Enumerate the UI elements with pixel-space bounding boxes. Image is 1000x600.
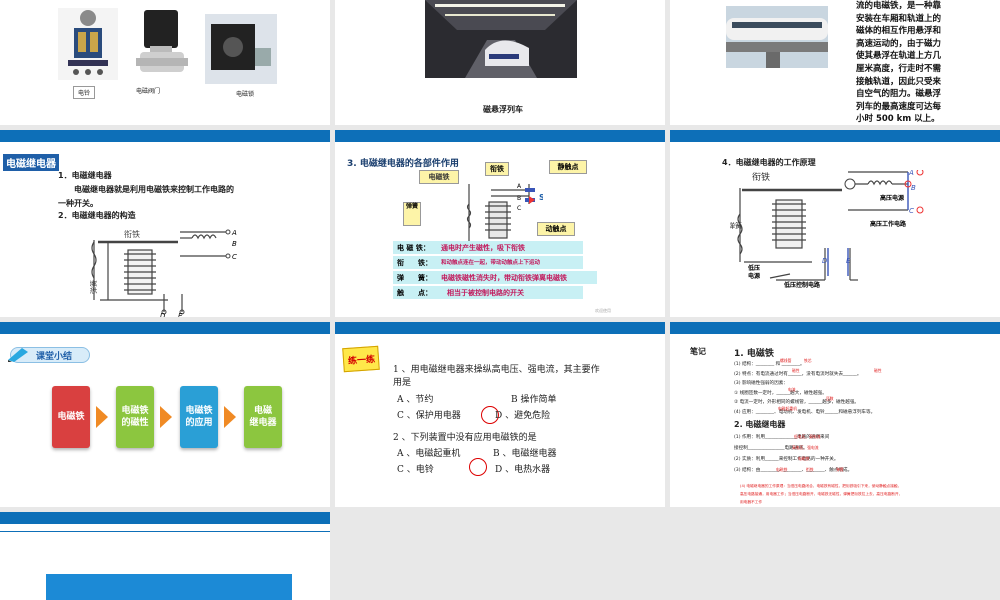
q1-option-d[interactable]: D 、避免危险 xyxy=(495,408,550,421)
pencil-icon xyxy=(8,348,28,362)
summary-step-4: 电磁 继电器 xyxy=(244,386,282,448)
maglev-description: 流的电磁铁，是一种靠 安装在车厢和轨道上的 磁体的相互作用悬浮和 高速运动的，由于磁… xyxy=(856,1,942,125)
slide-header-bar xyxy=(0,322,330,334)
terminal-e: E xyxy=(178,312,183,317)
q2-option-a[interactable]: A 、电磁起重机 xyxy=(397,446,460,459)
notes-list-1: (1) 结构：________ 和 ________。 (2) 特点：有电流通过时… xyxy=(734,362,876,415)
label-spring: 弹簧 xyxy=(730,221,742,230)
label-magnet: 电磁铁 xyxy=(419,170,459,184)
function-row-3: 弹 簧： 电磁铁磁性消失时，带动衔铁弹离电磁铁 xyxy=(393,271,597,284)
function-row-2: 衔 铁： 和动触点连在一起，带动动触点上下运动 xyxy=(393,256,583,269)
question-2: 2 、下列装置中没有应用电磁铁的是 xyxy=(393,433,537,443)
label-hv-circuit: 高压工作电路 xyxy=(870,220,907,228)
question-1-cont: 用是 xyxy=(393,378,412,388)
label-lv-power-2: 电源 xyxy=(748,272,760,280)
slide-header-bar xyxy=(670,130,1000,142)
notes-heading-1: 1. 电磁铁 xyxy=(734,349,774,359)
question-1: 1 、用电磁继电器来操纵高电压、强电流，其主要作 xyxy=(393,365,600,375)
terminal-b: B xyxy=(232,240,237,248)
caption-bell: 电铃 xyxy=(73,86,96,99)
summary-step-2: 电磁铁 的磁性 xyxy=(116,386,154,448)
watermark: 欢迎使用 xyxy=(595,308,611,313)
caption-maglev: 磁悬浮列车 xyxy=(483,104,523,114)
electric-bell-photo xyxy=(58,8,118,80)
slide-header-bar xyxy=(0,512,330,524)
label-lv-power-1: 低压 xyxy=(747,264,760,272)
electromagnetic-lock-photo xyxy=(205,14,277,84)
label-lv-circuit: 低压控制电路 xyxy=(783,281,821,289)
solenoid-valve-photo xyxy=(136,10,188,72)
chevron-right-icon xyxy=(96,406,108,428)
relay-parts-diagram: A B C S xyxy=(466,183,543,247)
notes-label: 笔记 xyxy=(690,347,706,356)
terminal-d: D xyxy=(822,257,828,265)
label-armature: 衔铁 xyxy=(485,162,509,176)
practice-badge: 练一练 xyxy=(342,345,380,373)
notes-red-note: (4) 电磁继电器的工作原理：当低压电路闭合，电磁铁有磁性，把衔铁吸引下来，使动… xyxy=(740,484,903,504)
label-static-contact: 静触点 xyxy=(549,160,587,174)
maglev-track-photo xyxy=(726,6,828,68)
summary-title: 课堂小结 xyxy=(36,352,73,362)
q2-option-c[interactable]: C 、电铃 xyxy=(397,462,434,475)
function-row-1: 电 磁 铁： 通电时产生磁性，吸下衔铁 xyxy=(393,241,583,254)
slide-1[interactable]: 电铃 电磁阀门 电磁锁 xyxy=(0,0,330,125)
section-tag: 电磁继电器 xyxy=(3,154,59,171)
point-1: 1．电磁继电器 xyxy=(58,171,112,180)
summary-step-1: 电磁铁 xyxy=(52,386,90,448)
slide-title: 4．电磁继电器的工作原理 xyxy=(722,158,816,167)
relay-structure-diagram: 衔铁 弹簧 A B C D E xyxy=(89,229,237,317)
q1-option-c[interactable]: C 、保护用电器 xyxy=(397,408,461,421)
terminal-a: A xyxy=(231,229,237,237)
terminal-a: A xyxy=(908,170,914,177)
slide-divider xyxy=(0,531,330,532)
notes-heading-2: 2. 电磁继电器 xyxy=(734,420,786,429)
maglev-train-photo xyxy=(425,0,577,78)
slide-3[interactable]: 流的电磁铁，是一种靠 安装在车厢和轨道上的 磁体的相互作用悬浮和 高速运动的，由于磁… xyxy=(670,0,1000,125)
relay-working-principle-diagram: 衔铁 弹簧 A B C D E 高压电源 高压工作电路 低压 电源 低压控制电路 xyxy=(730,170,924,289)
q1-option-a[interactable]: A 、节约 xyxy=(397,392,433,405)
label-a: A xyxy=(517,183,522,190)
blue-panel xyxy=(46,574,292,600)
terminal-c: C xyxy=(909,207,914,215)
function-row-4: 触 点： 相当于被控制电路的开关 xyxy=(393,286,583,299)
label-armature: 衔铁 xyxy=(752,171,770,183)
label-spring: 弹簧 xyxy=(89,280,98,294)
slide-4[interactable]: 电磁继电器 1．电磁继电器 电磁继电器就是利用电磁铁来控制工作电路的 一种开关。… xyxy=(0,130,330,317)
q1-option-b[interactable]: B 操作简单 xyxy=(511,392,556,405)
label-c: C xyxy=(517,205,521,212)
slide-10[interactable] xyxy=(0,512,330,600)
answer-circle-q2 xyxy=(469,458,487,476)
terminal-b: B xyxy=(911,184,916,192)
definition-line-2: 一种开关。 xyxy=(58,199,98,208)
terminal-d: D xyxy=(160,312,166,317)
summary-step-3: 电磁铁 的应用 xyxy=(180,386,218,448)
slide-header-bar xyxy=(335,130,665,142)
label-spring: 弹簧 xyxy=(403,202,421,226)
label-b: B xyxy=(517,195,521,202)
terminal-c: C xyxy=(232,253,237,261)
slide-title: 3. 电磁继电器的各部件作用 xyxy=(347,159,459,169)
slide-header-bar xyxy=(0,130,330,142)
slide-7[interactable]: 课堂小结 电磁铁 电磁铁 的磁性 电磁铁 的应用 电磁 继电器 xyxy=(0,322,330,507)
chevron-right-icon xyxy=(160,406,172,428)
q2-option-b[interactable]: B 、电磁继电器 xyxy=(493,446,556,459)
slide-header-bar xyxy=(670,322,1000,334)
chevron-right-icon xyxy=(224,406,236,428)
caption-valve: 电磁阀门 xyxy=(136,88,161,95)
slide-header-bar xyxy=(335,322,665,334)
slide-6[interactable]: 4．电磁继电器的工作原理 衔铁 弹簧 A B C D E 高压电源 高压工作电路… xyxy=(670,130,1000,317)
label-hv-power: 高压电源 xyxy=(880,194,904,202)
label-s: S xyxy=(539,193,543,202)
slide-2[interactable]: 磁悬浮列车 xyxy=(335,0,665,125)
slide-8[interactable]: 练一练 1 、用电磁继电器来操纵高电压、强电流，其主要作 用是 A 、节约 B … xyxy=(335,322,665,507)
point-2: 2．电磁继电器的构造 xyxy=(58,211,136,220)
caption-lock: 电磁锁 xyxy=(236,91,255,98)
slide-9[interactable]: 笔记 1. 电磁铁 (1) 结构：________ 和 ________。 (2)… xyxy=(670,322,1000,507)
label-armature: 衔铁 xyxy=(124,229,140,239)
summary-flow: 电磁铁 电磁铁 的磁性 电磁铁 的应用 电磁 继电器 xyxy=(52,386,302,450)
slide-5[interactable]: 3. 电磁继电器的各部件作用 电磁铁 衔铁 静触点 弹簧 动触点 A B C S… xyxy=(335,130,665,317)
q2-option-d[interactable]: D 、电热水器 xyxy=(495,462,550,475)
definition-line: 电磁继电器就是利用电磁铁来控制工作电路的 xyxy=(74,185,234,194)
terminal-e: E xyxy=(846,257,851,265)
